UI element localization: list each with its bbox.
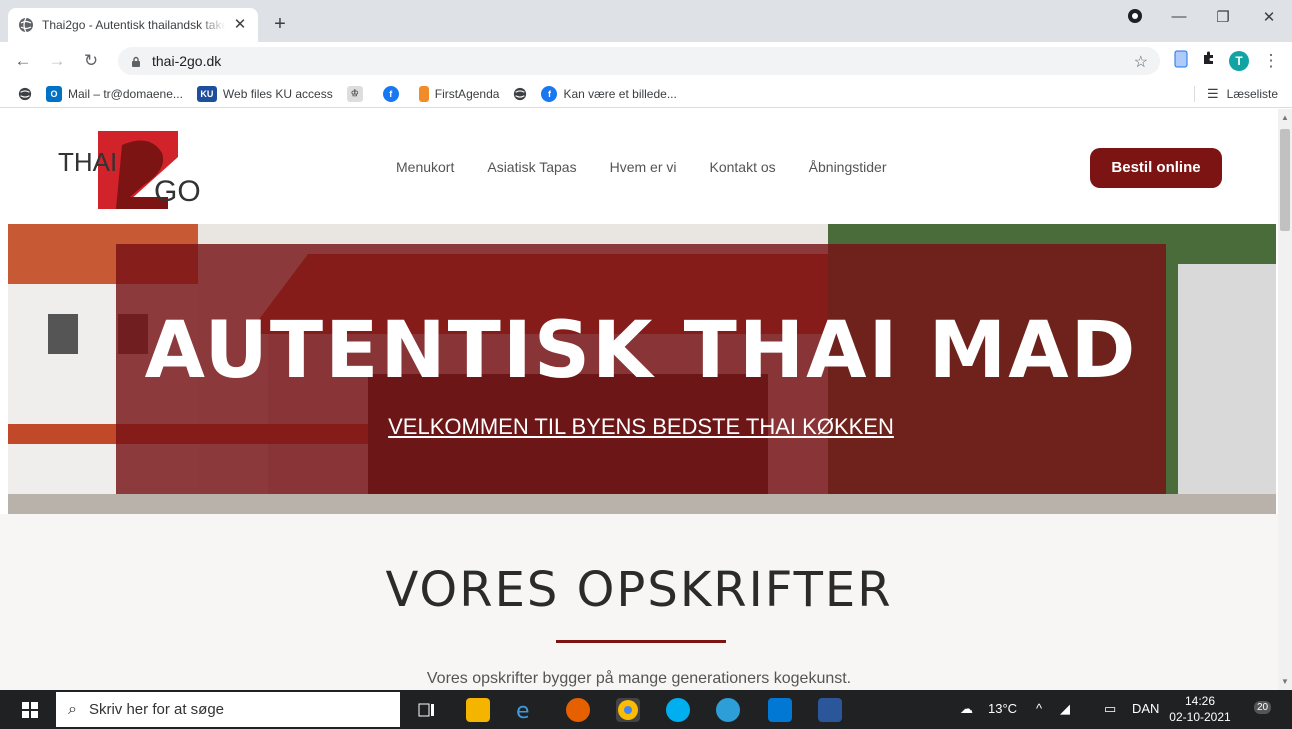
reader-icon[interactable] (1170, 50, 1192, 72)
globe-icon (514, 87, 527, 100)
ku-icon: KU (196, 85, 217, 102)
nav-menukort[interactable]: Menukort (396, 159, 454, 175)
svg-text:THAI: THAI (58, 147, 117, 177)
close-tab-icon[interactable]: ✕ (232, 17, 248, 33)
battery-icon[interactable]: ▭ (1104, 701, 1116, 717)
nav-asiatisk-tapas[interactable]: Asiatisk Tapas (487, 159, 576, 175)
word-icon[interactable] (818, 698, 842, 722)
bookmark-firstagenda[interactable]: FirstAgenda (418, 85, 499, 102)
file-explorer-icon[interactable] (466, 698, 490, 722)
svg-text:e: e (516, 699, 530, 722)
page-viewport: THAI GO Menukort Asiatisk Tapas Hvem er … (0, 109, 1278, 690)
recipes-title: VORES OPSKRIFTER (385, 562, 893, 618)
windows-taskbar: ⌕ Skriv her for at søge e ☁ 13°C ^ ◢ ▭ D… (0, 690, 1292, 729)
nav-kontakt-os[interactable]: Kontakt os (710, 159, 776, 175)
notifications-icon[interactable]: 20 (1254, 698, 1272, 714)
menu-icon[interactable]: ⋮ (1260, 50, 1282, 72)
tab-title: Thai2go - Autentisk thailandsk take away (42, 18, 226, 32)
bookmark-facebook[interactable]: f (382, 85, 405, 102)
url-text: thai-2go.dk (152, 53, 222, 69)
back-icon[interactable]: ← (12, 50, 34, 72)
site-header: THAI GO Menukort Asiatisk Tapas Hvem er … (0, 109, 1278, 224)
clock-time: 14:26 (1184, 694, 1216, 708)
apps-icon[interactable] (18, 87, 32, 101)
profile-avatar[interactable]: T (1228, 50, 1250, 72)
close-window-icon[interactable]: ✕ (1254, 8, 1284, 26)
hero-title: AUTENTISK THAI MAD (144, 306, 1138, 396)
reload-icon[interactable]: ↻ (80, 50, 102, 72)
browser-toolbar: ← → ↻ thai-2go.dk ☆ T ⋮ (0, 42, 1292, 80)
bookmarks-bar: O Mail – tr@domaene... KU Web files KU a… (0, 80, 1292, 108)
firstagenda-icon (418, 85, 429, 102)
outlook-icon: O (46, 85, 62, 102)
reading-list-icon: ☰ (1206, 86, 1219, 101)
bookmark-globe[interactable] (513, 87, 527, 101)
notification-count: 20 (1254, 701, 1272, 714)
recipes-text: Vores opskrifter bygger på mange generat… (426, 670, 852, 687)
svg-text:GO: GO (154, 175, 201, 208)
network-icon[interactable]: ◢ (1060, 701, 1070, 717)
bookmark-ku[interactable]: KU Web files KU access (196, 85, 333, 102)
chrome-icon[interactable] (616, 698, 640, 722)
nav-hvem-er-vi[interactable]: Hvem er vi (610, 159, 677, 175)
scroll-down-icon[interactable]: ▼ (1281, 677, 1289, 686)
restore-icon[interactable]: ❐ (1208, 8, 1238, 26)
reading-list-button[interactable]: ☰ Læseliste (1193, 86, 1278, 102)
skype-business-icon[interactable] (716, 698, 740, 722)
bookmark-fb-image[interactable]: f Kan være et billede... (541, 85, 677, 102)
browser-tabstrip: Thai2go - Autentisk thailandsk take away… (0, 0, 1292, 42)
clock-date: 02-10-2021 (1169, 710, 1231, 724)
search-icon: ⌕ (68, 700, 77, 718)
firefox-icon[interactable] (566, 698, 590, 722)
scroll-up-icon[interactable]: ▲ (1281, 113, 1289, 122)
task-view-icon[interactable] (414, 698, 438, 722)
title-divider (556, 640, 726, 643)
bookmark-crest[interactable]: ♔ (346, 85, 369, 102)
minimize-icon[interactable]: — (1164, 8, 1194, 25)
globe-icon (18, 17, 34, 33)
hero-subtitle-link[interactable]: VELKOMMEN TIL BYENS BEDSTE THAI KØKKEN (8, 414, 1274, 440)
recipes-section: VORES OPSKRIFTER Vores opskrifter bygger… (0, 514, 1278, 690)
browser-tab[interactable]: Thai2go - Autentisk thailandsk take away… (8, 8, 258, 42)
weather-temp[interactable]: 13°C (988, 701, 1017, 716)
bookmark-mail[interactable]: O Mail – tr@domaene... (46, 85, 183, 102)
extensions-icon[interactable] (1198, 50, 1220, 72)
page-scrollbar[interactable]: ▲ ▼ (1278, 109, 1292, 690)
site-logo[interactable]: THAI GO (58, 127, 208, 211)
address-bar[interactable]: thai-2go.dk ☆ (118, 47, 1160, 75)
crest-icon: ♔ (346, 85, 363, 102)
facebook-icon: f (541, 85, 558, 102)
nav-abningstider[interactable]: Åbningstider (809, 159, 887, 175)
profile-icon[interactable] (1120, 8, 1150, 28)
order-online-button[interactable]: Bestil online (1090, 148, 1222, 188)
facebook-icon: f (382, 85, 399, 102)
skype-icon[interactable] (666, 698, 690, 722)
language-indicator[interactable]: DAN (1132, 701, 1159, 716)
new-tab-button[interactable]: + (268, 12, 292, 36)
outlook-icon[interactable] (768, 698, 792, 722)
main-nav: Menukort Asiatisk Tapas Hvem er vi Konta… (396, 159, 919, 175)
hero-banner: AUTENTISK THAI MAD VELKOMMEN TIL BYENS B… (8, 224, 1276, 514)
system-clock[interactable]: 14:26 02-10-2021 (1168, 693, 1232, 725)
bookmark-star-icon[interactable]: ☆ (1134, 52, 1148, 72)
weather-icon[interactable]: ☁ (960, 701, 973, 717)
profile-initial: T (1235, 54, 1243, 68)
scrollbar-thumb[interactable] (1280, 129, 1290, 231)
taskbar-search-input[interactable]: ⌕ Skriv her for at søge (56, 692, 400, 727)
windows-start-icon[interactable] (22, 702, 38, 718)
tray-expand-icon[interactable]: ^ (1036, 701, 1042, 716)
lock-icon (130, 55, 142, 67)
edge-icon[interactable]: e (514, 698, 538, 724)
forward-icon[interactable]: → (46, 50, 68, 72)
